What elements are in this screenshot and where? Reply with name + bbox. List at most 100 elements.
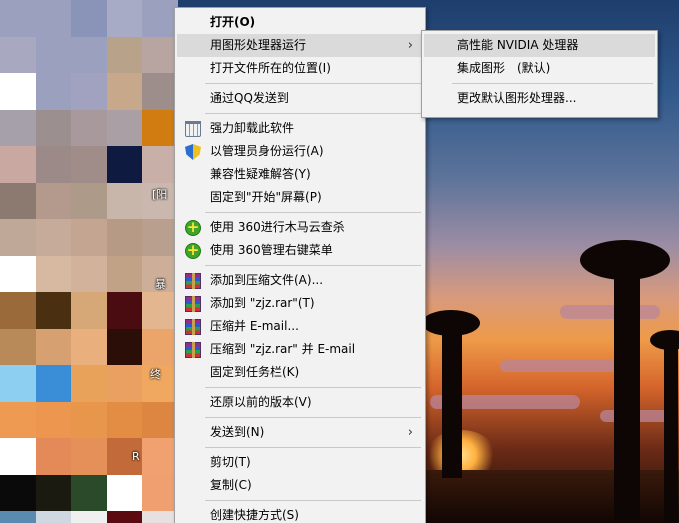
desktop-icon-label[interactable]: R [132,450,140,463]
mosaic-tile [35,474,72,511]
menu-item-compress-to-zjz-rar-and-email[interactable]: 压缩到 "zjz.rar" 并 E-mail [177,338,423,361]
mosaic-tile [142,328,178,365]
menu-item-label: 剪切(T) [210,455,251,469]
mosaic-tile [106,292,143,329]
mosaic-tile [35,438,72,475]
360-plus-icon [185,217,201,237]
mosaic-tile [71,328,107,365]
mosaic-tile [142,146,178,183]
mosaic-tile [35,219,72,256]
menu-item-open[interactable]: 打开(O) [177,11,423,34]
desktop-icon-label[interactable]: 暴 [155,276,166,292]
desktop: [阳 暴 终 R 打开(O) 用图形处理器运行 › 打开文件所在的位置(I) 通… [0,0,679,523]
mosaic-tile [35,365,72,402]
desktop-icon-text: 终 [150,368,161,381]
menu-item-360-trojan-scan[interactable]: 使用 360进行木马云查杀 [177,216,423,239]
menu-item-label: 强力卸载此软件 [210,121,295,135]
mosaic-tile [142,438,178,475]
mosaic-tile [142,36,178,73]
menu-separator [205,417,421,418]
menu-item-label: 集成图形 (默认) [457,61,551,75]
menu-item-compress-and-email[interactable]: 压缩并 E-mail... [177,315,423,338]
mosaic-tile [142,511,178,523]
mosaic-tile [71,401,107,438]
menu-item-add-to-zjz-rar[interactable]: 添加到 "zjz.rar"(T) [177,292,423,315]
menu-separator [205,113,421,114]
desktop-icon-label[interactable]: 终 [150,366,161,382]
menu-item-cut[interactable]: 剪切(T) [177,451,423,474]
mosaic-tile [0,255,36,292]
menu-separator [205,83,421,84]
menu-item-label: 还原以前的版本(V) [210,395,312,409]
menu-item-run-with-gpu[interactable]: 用图形处理器运行 › [177,34,423,57]
menu-separator [452,83,653,84]
menu-item-compatibility-troubleshoot[interactable]: 兼容性疑难解答(Y) [177,163,423,186]
mosaic-tile [142,109,178,146]
desktop-icon-text: [阳 [152,188,168,201]
mosaic-tile [0,36,36,73]
mosaic-tile [0,146,36,183]
mosaic-tile [35,146,72,183]
mosaic-tile [71,365,107,402]
desktop-icon-label[interactable]: [阳 [152,186,167,202]
mosaic-tile [142,292,178,329]
desktop-icon-text: R [132,450,140,463]
menu-item-label: 以管理员身份运行(A) [210,144,324,158]
menu-item-open-file-location[interactable]: 打开文件所在的位置(I) [177,57,423,80]
menu-item-label: 高性能 NVIDIA 处理器 [457,38,579,52]
menu-item-label: 使用 360管理右键菜单 [210,243,333,257]
submenu-item-nvidia-gpu[interactable]: 高性能 NVIDIA 处理器 [424,34,655,57]
mosaic-tile [142,0,178,37]
menu-separator [205,265,421,266]
mosaic-tile [71,36,107,73]
mosaic-tile [35,36,72,73]
menu-item-create-shortcut[interactable]: 创建快捷方式(S) [177,504,423,523]
mosaic-tile [71,0,107,37]
submenu-item-change-default-gpu[interactable]: 更改默认图形处理器... [424,87,655,110]
mosaic-tile [106,36,143,73]
menu-item-run-as-admin[interactable]: 以管理员身份运行(A) [177,140,423,163]
menu-item-label: 压缩到 "zjz.rar" 并 E-mail [210,342,356,356]
mosaic-tile [106,219,143,256]
mosaic-tile [106,365,143,402]
menu-item-pin-to-start[interactable]: 固定到"开始"屏幕(P) [177,186,423,209]
menu-item-send-to[interactable]: 发送到(N) › [177,421,423,444]
wallpaper-ground [426,470,679,523]
mosaic-tile [71,511,107,523]
menu-item-send-via-qq[interactable]: 通过QQ发送到 [177,87,423,110]
menu-separator [205,447,421,448]
mosaic-tile [71,292,107,329]
gpu-submenu: 高性能 NVIDIA 处理器 集成图形 (默认) 更改默认图形处理器... [421,30,658,118]
menu-item-pin-to-taskbar[interactable]: 固定到任务栏(K) [177,361,423,384]
mosaic-tile [35,73,72,110]
mosaic-tile [35,292,72,329]
wallpaper-cloud [500,360,620,372]
mosaic-tile [106,511,143,523]
mosaic-tile [0,511,36,523]
menu-item-label: 压缩并 E-mail... [210,319,299,333]
menu-item-force-uninstall[interactable]: 强力卸载此软件 [177,117,423,140]
menu-item-360-manage-menu[interactable]: 使用 360管理右键菜单 [177,239,423,262]
menu-item-copy[interactable]: 复制(C) [177,474,423,497]
menu-item-restore-previous-versions[interactable]: 还原以前的版本(V) [177,391,423,414]
mosaic-tile [35,328,72,365]
trash-icon [185,121,201,137]
mosaic-tile [35,255,72,292]
mosaic-tile [106,146,143,183]
mosaic-tile [0,182,36,219]
mosaic-tile [71,255,107,292]
file-context-menu: 打开(O) 用图形处理器运行 › 打开文件所在的位置(I) 通过QQ发送到 强力… [174,7,426,523]
mosaic-tile [0,365,36,402]
winrar-icon [185,273,201,289]
mosaic-tile [106,182,143,219]
mosaic-tile [0,474,36,511]
menu-item-add-to-archive[interactable]: 添加到压缩文件(A)... [177,269,423,292]
mosaic-tile [0,219,36,256]
menu-item-label: 使用 360进行木马云查杀 [210,220,345,234]
menu-item-label: 创建快捷方式(S) [210,508,299,522]
mosaic-tile [106,255,143,292]
submenu-arrow-icon: › [407,38,413,53]
mosaic-tile [106,474,143,511]
submenu-item-integrated-graphics[interactable]: 集成图形 (默认) [424,57,655,80]
mosaic-tile [106,109,143,146]
